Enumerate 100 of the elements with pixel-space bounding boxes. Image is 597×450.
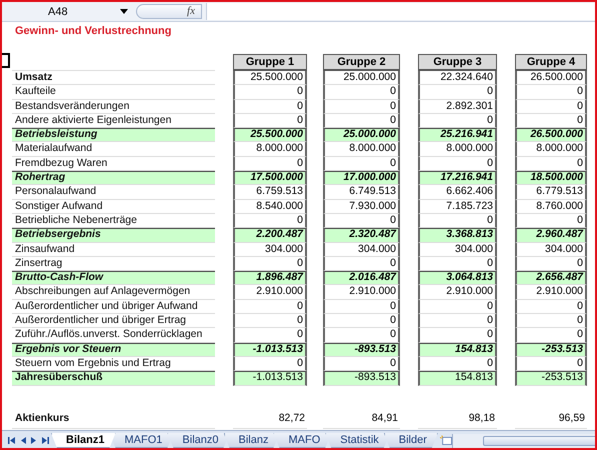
table-cell: 1.896.487 <box>233 271 307 286</box>
table-cell: 22.324.640 <box>418 71 497 86</box>
table-cell: 84,91 <box>323 408 400 429</box>
column-header: Gruppe 3 <box>418 54 497 71</box>
table-cell: 2.892.301 <box>418 100 497 114</box>
sheet-tab[interactable]: Bilder <box>384 433 438 448</box>
table-cell: 2.960.487 <box>515 228 587 243</box>
table-cell: 0 <box>418 314 497 328</box>
row-label: Sonstiger Aufwand <box>12 200 215 214</box>
table-cell: -893.513 <box>323 371 400 386</box>
table-cell: 7.930.000 <box>323 200 400 214</box>
row-label: Materialaufwand <box>12 142 215 157</box>
next-sheet-icon[interactable] <box>31 437 36 444</box>
scrollbar-thumb[interactable] <box>483 436 595 446</box>
table-cell: 0 <box>233 85 307 100</box>
row-label: Jahresüberschuß <box>12 371 215 386</box>
table-cell: 6.759.513 <box>233 185 307 200</box>
table-cell: 25.000.000 <box>323 128 400 142</box>
table-cell: 2.910.000 <box>233 285 307 300</box>
row-label: Ergebnis vor Steuern <box>12 342 215 357</box>
selected-cell-marker <box>2 53 10 68</box>
table-cell: 2.320.487 <box>323 228 400 243</box>
table-cell: 6.749.513 <box>323 185 400 200</box>
table-cell: 98,18 <box>418 408 497 429</box>
table-cell: 8.540.000 <box>233 200 307 214</box>
row-label: Kaufteile <box>12 85 215 100</box>
table-cell: 3.064.813 <box>418 271 497 286</box>
table-cell: 2.016.487 <box>323 271 400 286</box>
table-cell: 2.200.487 <box>233 228 307 243</box>
previous-sheet-icon[interactable] <box>21 437 26 444</box>
row-label: Zinsaufwand <box>12 242 215 257</box>
row-label: Bestandsveränderungen <box>12 100 215 114</box>
table-cell: -253.513 <box>515 342 587 357</box>
table-cell: 8.000.000 <box>418 142 497 157</box>
insert-function-button[interactable]: fx <box>136 4 202 19</box>
new-sheet-icon[interactable] <box>440 435 452 446</box>
table-cell: 0 <box>418 300 497 314</box>
table-cell: 3.368.813 <box>418 228 497 243</box>
table-cell: 6.662.406 <box>418 185 497 200</box>
table-cell: 2.910.000 <box>515 285 587 300</box>
table-cell: 17.500.000 <box>233 171 307 186</box>
first-sheet-icon[interactable] <box>8 437 16 444</box>
row-label: Außerordentlicher und übriger Aufwand <box>12 300 215 314</box>
row-label: Brutto-Cash-Flow <box>12 271 215 286</box>
table-cell: 0 <box>418 85 497 100</box>
table-cell: 82,72 <box>233 408 307 429</box>
table-cell: 0 <box>233 300 307 314</box>
table-cell: 25.216.941 <box>418 128 497 142</box>
table-cell: 25.000.000 <box>323 71 400 86</box>
table-cell: 96,59 <box>515 408 587 429</box>
table-cell: 0 <box>233 314 307 328</box>
table-cell: 7.185.723 <box>418 200 497 214</box>
table-cell: 0 <box>515 85 587 100</box>
row-label: Aktienkurs <box>12 408 215 429</box>
table-cell: 18.500.000 <box>515 171 587 186</box>
name-box[interactable]: A48 <box>22 4 132 19</box>
table-cell: 17.000.000 <box>323 171 400 186</box>
table-cell: 0 <box>515 314 587 328</box>
table-cell: 304.000 <box>233 242 307 257</box>
last-sheet-icon[interactable] <box>41 437 49 444</box>
table-cell: 26.500.000 <box>515 128 587 142</box>
table-cell: 26.500.000 <box>515 71 587 86</box>
column-header: Gruppe 2 <box>323 54 400 71</box>
table-cell: 304.000 <box>515 242 587 257</box>
table-cell: 0 <box>323 300 400 314</box>
formula-input[interactable] <box>206 3 595 20</box>
dropdown-arrow-icon[interactable] <box>120 9 128 14</box>
column-header: Gruppe 4 <box>515 54 587 71</box>
column-header: Gruppe 1 <box>233 54 307 71</box>
table-cell: 154.813 <box>418 371 497 386</box>
table-cell: 304.000 <box>323 242 400 257</box>
table-cell: 0 <box>323 85 400 100</box>
row-label: Rohertrag <box>12 171 215 186</box>
table-cell: 2.910.000 <box>323 285 400 300</box>
sheet-tab[interactable]: Bilanz1 <box>51 433 116 448</box>
table-cell: -893.513 <box>323 342 400 357</box>
table-cell: 8.000.000 <box>233 142 307 157</box>
table-cell: 17.216.941 <box>418 171 497 186</box>
table-cell: 304.000 <box>418 242 497 257</box>
table-cell: 25.500.000 <box>233 71 307 86</box>
table-cell: 6.779.513 <box>515 185 587 200</box>
table-cell: 0 <box>323 100 400 114</box>
table-cell: 8.000.000 <box>323 142 400 157</box>
table-cell: 0 <box>515 100 587 114</box>
row-label: Betriebsergebnis <box>12 228 215 243</box>
table-cell: -1.013.513 <box>233 371 307 386</box>
row-label: Personalaufwand <box>12 185 215 200</box>
row-label: Abschreibungen auf Anlagevermögen <box>12 285 215 300</box>
table-cell: 8.760.000 <box>515 200 587 214</box>
horizontal-scrollbar[interactable] <box>452 434 595 448</box>
table-cell: 0 <box>515 300 587 314</box>
table-cell: 8.000.000 <box>515 142 587 157</box>
table-cell: 0 <box>323 314 400 328</box>
row-label: Betriebsleistung <box>12 128 215 142</box>
table-cell: -253.513 <box>515 371 587 386</box>
row-label: Außerordentlicher und übriger Ertrag <box>12 314 215 328</box>
table-cell: -1.013.513 <box>233 342 307 357</box>
sheet-title: Gewinn- und Verlustrechnung <box>14 24 172 39</box>
table-cell: 2.910.000 <box>418 285 497 300</box>
table-cell: 0 <box>233 100 307 114</box>
